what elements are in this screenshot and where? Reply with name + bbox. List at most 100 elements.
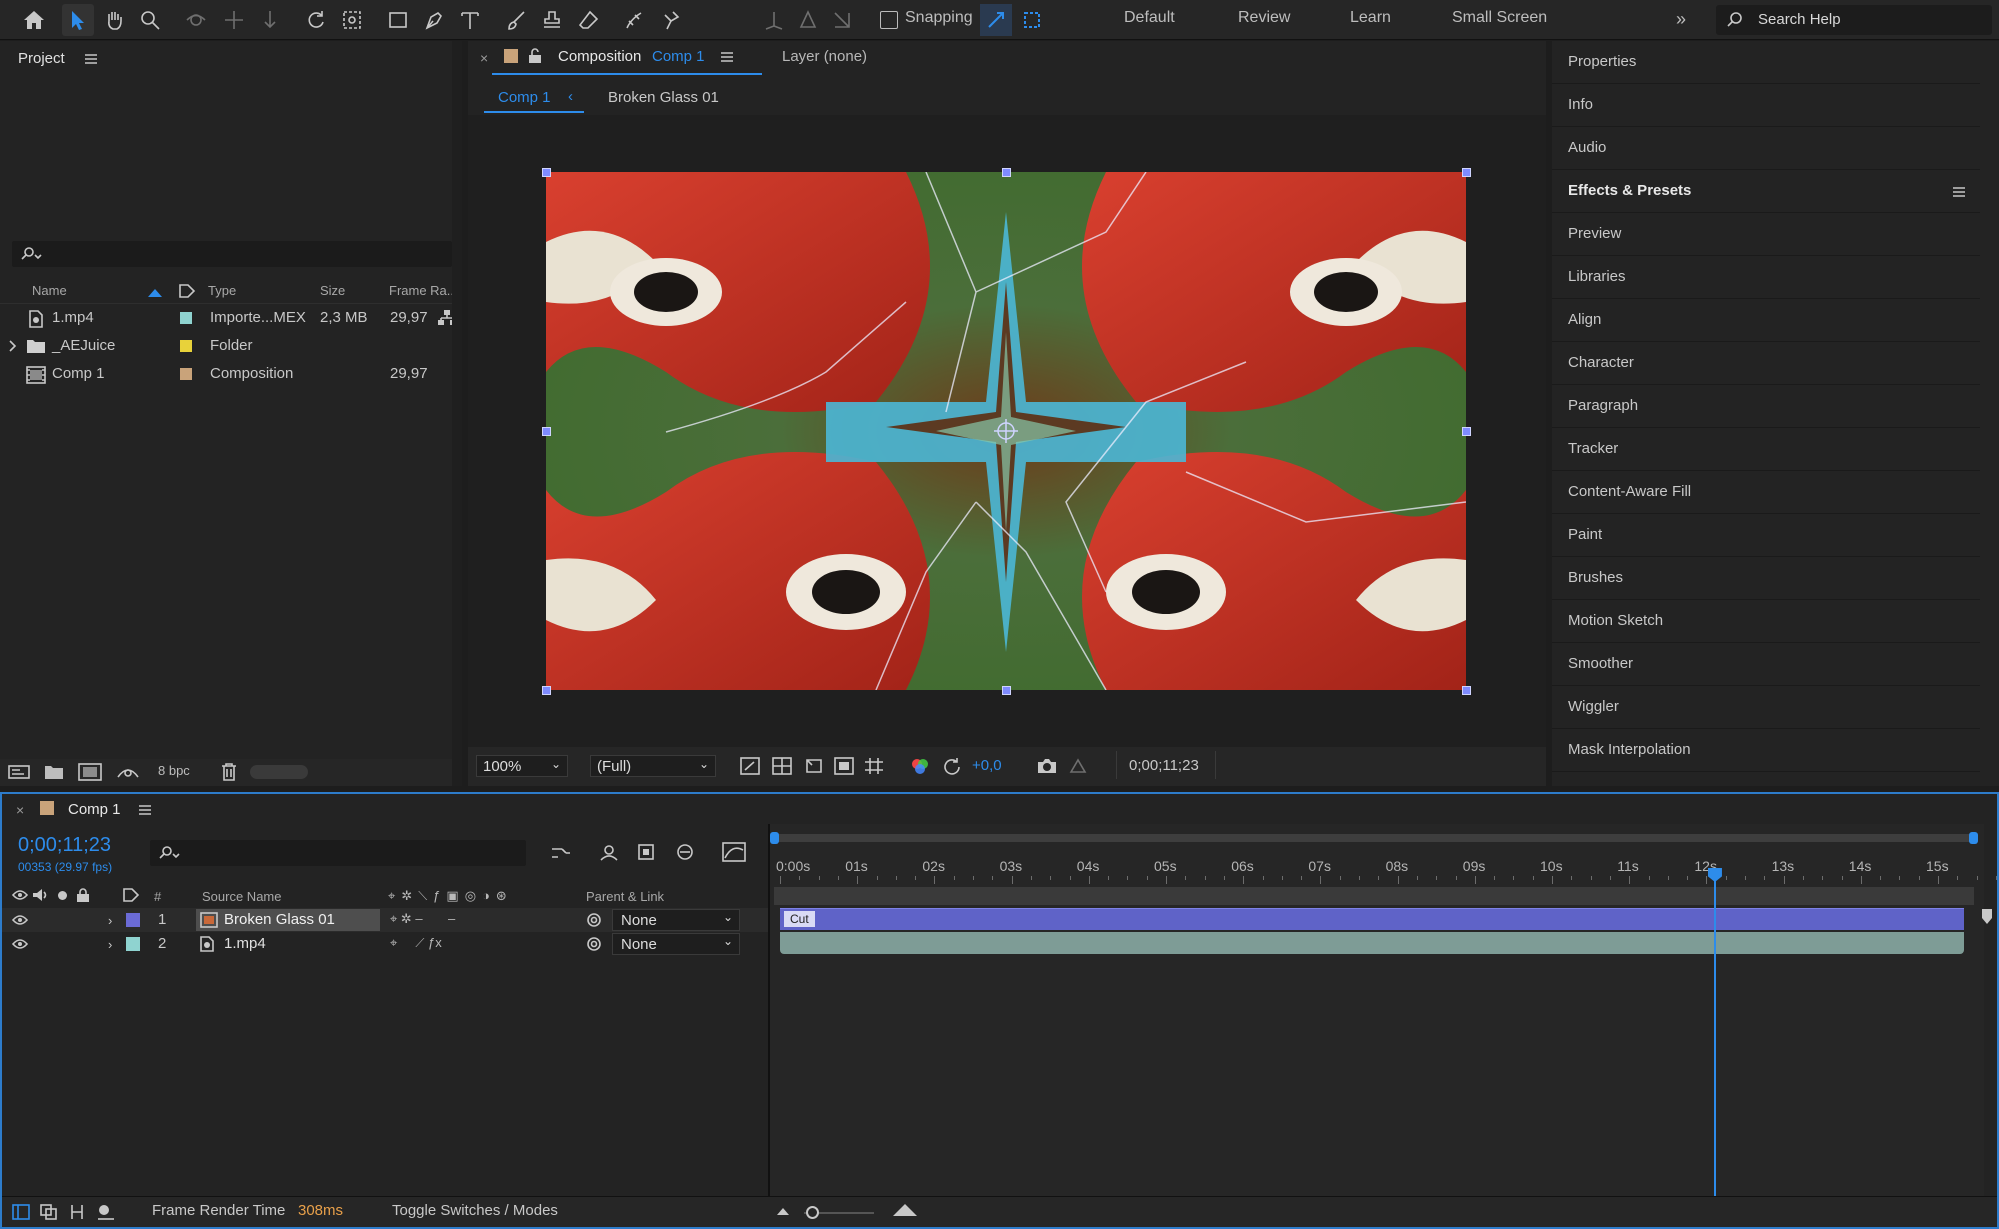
column-size[interactable]: Size [320,283,345,298]
transparency-grid-icon[interactable] [772,757,792,775]
parent-dropdown[interactable]: None ⌄ [612,933,740,955]
frame-blending-icon[interactable] [636,842,658,862]
brush-tool-icon[interactable] [500,4,532,36]
interpret-footage-icon[interactable] [8,764,30,780]
shy-layers-icon[interactable] [598,842,620,862]
layer-bar-broken-glass[interactable]: Cut [780,908,1964,930]
zoom-dropdown[interactable]: 100% ⌄ [476,755,568,777]
transfer-controls-pane-icon[interactable] [40,1204,58,1220]
panel-menu-icon[interactable] [1952,186,1966,198]
timeline-search-input[interactable] [150,840,526,866]
source-name-header[interactable]: Source Name [202,889,281,904]
color-channels-icon[interactable] [910,757,930,775]
transform-handle[interactable] [542,168,551,177]
chevron-right-icon[interactable] [8,340,18,352]
project-settings-icon[interactable] [116,763,140,781]
transform-handle[interactable] [1002,686,1011,695]
panel-properties[interactable]: Properties [1552,41,1980,84]
close-icon[interactable]: × [480,50,488,66]
trash-icon[interactable] [220,762,238,782]
puppet-tool-icon[interactable] [654,4,686,36]
project-panel-title[interactable]: Project [18,50,65,67]
timeline-zoom-knob[interactable] [806,1206,819,1219]
transform-handle[interactable] [1462,686,1471,695]
snapping-checkbox[interactable] [880,11,898,29]
panel-motion-sketch[interactable]: Motion Sketch [1552,600,1980,643]
pickwhip-icon[interactable] [586,912,602,928]
eye-icon[interactable] [12,914,28,926]
label-column-icon[interactable] [178,283,196,299]
parent-dropdown[interactable]: None ⌄ [612,909,740,931]
pen-tool-icon[interactable] [418,4,450,36]
eraser-tool-icon[interactable] [572,4,604,36]
composition-tab-prefix[interactable]: Composition [558,48,641,65]
panel-paragraph[interactable]: Paragraph [1552,385,1980,428]
orbit-camera-icon[interactable] [180,4,212,36]
comp-marker-strip[interactable] [774,887,1974,905]
panel-preview[interactable]: Preview [1552,213,1980,256]
search-help-field[interactable]: Search Help [1716,5,1992,35]
breadcrumb-broken-glass[interactable]: Broken Glass 01 [608,89,719,106]
project-search-input[interactable] [12,241,452,267]
layer-label-swatch[interactable] [126,937,140,951]
new-composition-icon[interactable] [78,763,102,781]
project-item-aejuice[interactable]: _AEJuice Folder [0,332,440,360]
label-swatch[interactable] [180,312,192,324]
snap-features-icon[interactable] [1016,4,1048,36]
exposure-value[interactable]: +0,0 [972,757,1002,774]
dolly-camera-icon[interactable] [254,4,286,36]
home-icon[interactable] [18,4,50,36]
panel-mask-interpolation[interactable]: Mask Interpolation [1552,729,1980,772]
label-swatch[interactable] [180,368,192,380]
thumbnail-slider[interactable] [250,765,308,779]
camera-snapshot-icon[interactable] [1036,757,1058,775]
transform-handle[interactable] [542,686,551,695]
selection-tool-icon[interactable] [62,4,94,36]
workspace-default[interactable]: Default [1124,9,1175,27]
toggle-switches-modes-button[interactable]: Toggle Switches / Modes [392,1202,558,1219]
workspace-small-screen[interactable]: Small Screen [1452,9,1547,27]
panel-align[interactable]: Align [1552,299,1980,342]
parent-link-header[interactable]: Parent & Link [586,889,664,904]
timeline-current-time[interactable]: 0;00;11;23 [18,834,111,857]
timeline-layer-row[interactable]: › 2 1.mp4 ⌖ ⟋ ƒx None ⌄ [2,932,768,956]
clone-stamp-tool-icon[interactable] [536,4,568,36]
new-folder-icon[interactable] [44,764,64,780]
breadcrumb-comp1[interactable]: Comp 1 ‹ [484,81,584,113]
panel-character[interactable]: Character [1552,342,1980,385]
panel-paint[interactable]: Paint [1552,514,1980,557]
composition-tab-name[interactable]: Comp 1 [652,48,705,65]
layer-switches-pane-icon[interactable] [12,1204,30,1220]
axis-view-icon[interactable] [826,4,858,36]
panel-audio[interactable]: Audio [1552,127,1980,170]
pickwhip-icon[interactable] [586,936,602,952]
panel-libraries[interactable]: Libraries [1552,256,1980,299]
layer-bar-1mp4[interactable] [780,932,1964,954]
panel-menu-icon[interactable] [84,53,98,65]
layer-label-swatch[interactable] [126,913,140,927]
panel-smoother[interactable]: Smoother [1552,643,1980,686]
transform-handle[interactable] [1462,168,1471,177]
resolution-dropdown[interactable]: (Full) ⌄ [590,755,716,777]
eye-icon[interactable] [12,938,28,950]
current-time-display[interactable]: 0;00;11;23 [1116,751,1216,779]
workspace-overflow-icon[interactable]: » [1676,9,1686,30]
axis-world-icon[interactable] [792,4,824,36]
bit-depth-button[interactable]: 8 bpc [158,763,190,778]
column-name[interactable]: Name [32,283,67,298]
workspace-review[interactable]: Review [1238,9,1290,27]
chevron-right-icon[interactable]: › [108,913,112,928]
timeline-layer-row[interactable]: › 1 Broken Glass 01 ⌖ ✲ – – None ⌄ [2,908,768,932]
rectangle-tool-icon[interactable] [382,4,414,36]
panel-info[interactable]: Info [1552,84,1980,127]
roto-brush-tool-icon[interactable] [618,4,650,36]
layer-name-cell[interactable]: Broken Glass 01 [196,909,380,931]
layer-name[interactable]: 1.mp4 [224,935,266,952]
project-item-comp1[interactable]: Comp 1 Composition 29,97 [0,360,440,388]
keyframe-navigator-icon[interactable] [1980,908,1994,928]
layer-switches[interactable]: ⌖ ⟋ ƒx [390,935,442,951]
zoom-in-icon[interactable] [892,1202,918,1218]
transform-handle[interactable] [542,427,551,436]
panel-effects-presets[interactable]: Effects & Presets [1552,170,1980,213]
mask-visibility-icon[interactable] [804,757,824,775]
